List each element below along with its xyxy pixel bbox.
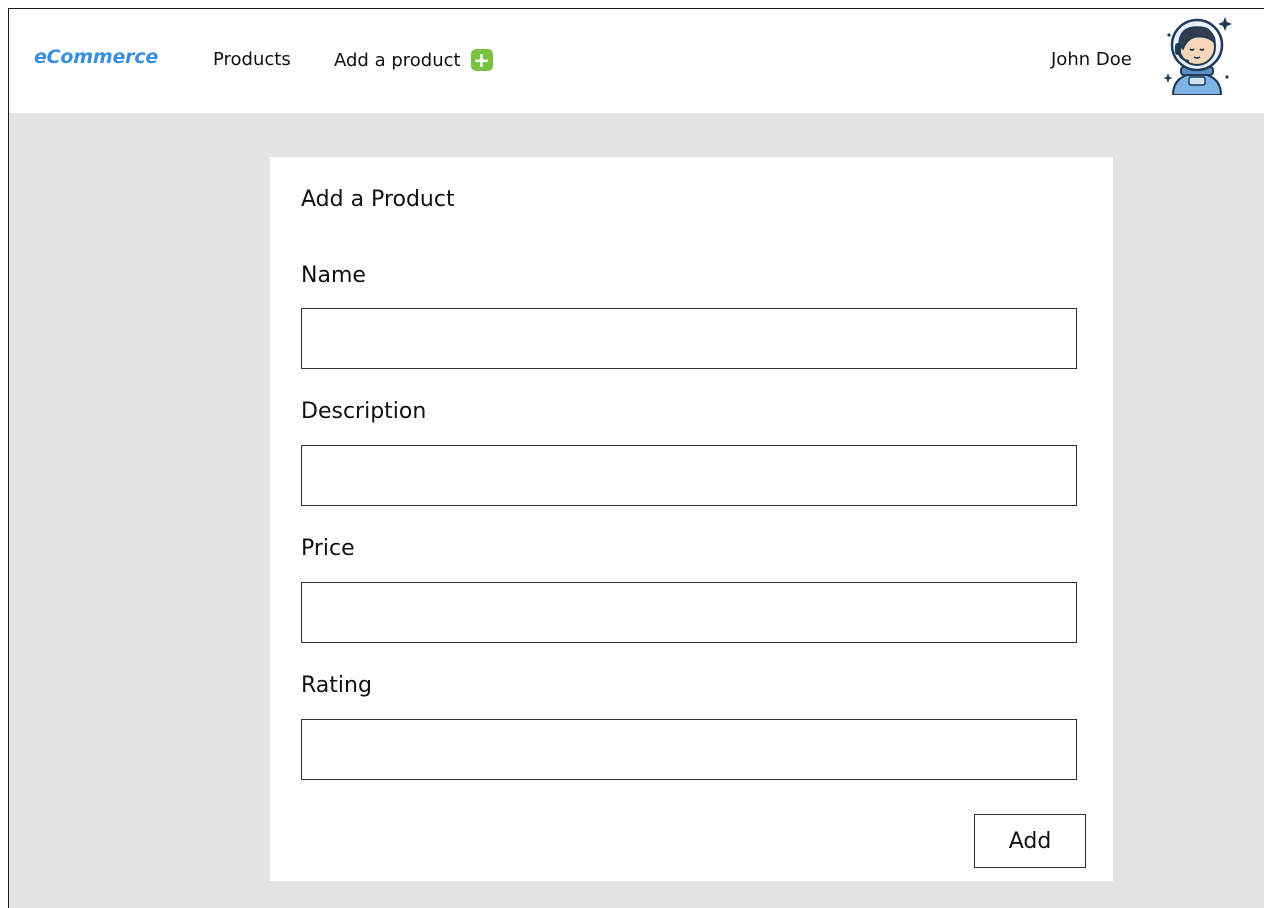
navbar: eCommerce Products Add a product + John … [9, 9, 1264, 113]
plus-icon: + [470, 49, 493, 71]
rating-label: Rating [301, 673, 372, 698]
description-label: Description [301, 399, 427, 424]
astronaut-avatar-icon[interactable] [1159, 11, 1235, 95]
add-button[interactable]: Add [974, 814, 1086, 868]
description-input[interactable] [301, 445, 1077, 506]
add-product-form-card: Add a Product Name Description Price Rat… [270, 157, 1113, 881]
name-label: Name [301, 263, 366, 288]
nav-link-add-product[interactable]: Add a product + [334, 49, 493, 71]
name-input[interactable] [301, 308, 1077, 369]
user-name: John Doe [1051, 49, 1132, 70]
rating-input[interactable] [301, 719, 1077, 780]
form-title: Add a Product [301, 187, 455, 212]
price-input[interactable] [301, 582, 1077, 643]
nav-link-products[interactable]: Products [213, 49, 291, 70]
app-window: eCommerce Products Add a product + John … [8, 8, 1264, 908]
nav-link-add-product-label: Add a product [334, 49, 461, 71]
price-label: Price [301, 536, 355, 561]
brand-logo-link[interactable]: eCommerce [34, 46, 158, 68]
